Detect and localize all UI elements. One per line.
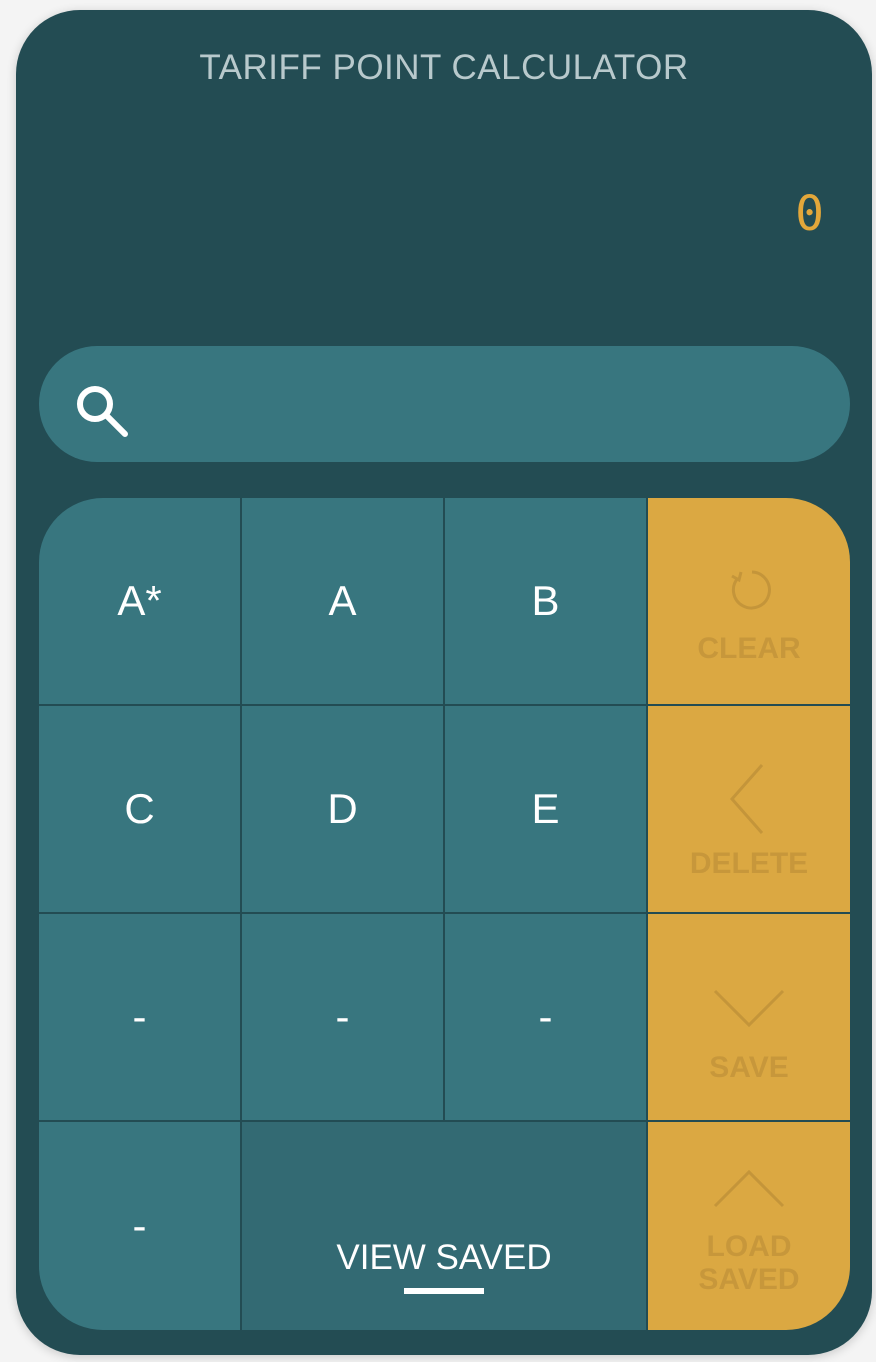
- load-saved-button[interactable]: LOAD SAVED: [648, 1122, 850, 1330]
- keypad: A* A B CLEAR C D E DELETE - - - SAVE - V…: [39, 498, 850, 1330]
- load-saved-label: LOAD SAVED: [698, 1230, 800, 1296]
- view-saved-tab[interactable]: VIEW SAVED: [242, 1122, 646, 1330]
- grade-key-blank[interactable]: -: [242, 914, 443, 1120]
- search-icon[interactable]: [71, 380, 133, 442]
- grade-key-a-star[interactable]: A*: [39, 498, 240, 704]
- grade-key-blank[interactable]: -: [445, 914, 646, 1120]
- clear-button[interactable]: CLEAR: [648, 498, 850, 704]
- app-title: TARIFF POINT CALCULATOR: [199, 48, 689, 87]
- delete-label: DELETE: [689, 846, 809, 880]
- grade-key-blank[interactable]: -: [39, 1122, 240, 1330]
- chevron-up-icon: [713, 1169, 785, 1208]
- grade-key-e[interactable]: E: [445, 706, 646, 912]
- grade-key-blank[interactable]: -: [39, 914, 240, 1120]
- chevron-down-icon: [713, 989, 785, 1027]
- search-input[interactable]: [159, 374, 823, 436]
- points-display: 0: [795, 186, 824, 242]
- save-button[interactable]: SAVE: [648, 914, 850, 1120]
- grade-key-a[interactable]: A: [242, 498, 443, 704]
- calculator-panel: TARIFF POINT CALCULATOR 0 A* A B CLEAR C…: [16, 10, 872, 1355]
- grade-key-c[interactable]: C: [39, 706, 240, 912]
- chevron-left-icon: [729, 763, 764, 834]
- clear-label: CLEAR: [697, 631, 801, 665]
- search-bar[interactable]: [39, 346, 850, 462]
- save-label: SAVE: [709, 1050, 789, 1084]
- refresh-icon: [731, 570, 771, 609]
- view-saved-label: VIEW SAVED: [336, 1238, 552, 1277]
- delete-button[interactable]: DELETE: [648, 706, 850, 912]
- grade-key-b[interactable]: B: [445, 498, 646, 704]
- grade-key-d[interactable]: D: [242, 706, 443, 912]
- active-tab-indicator: [404, 1288, 484, 1294]
